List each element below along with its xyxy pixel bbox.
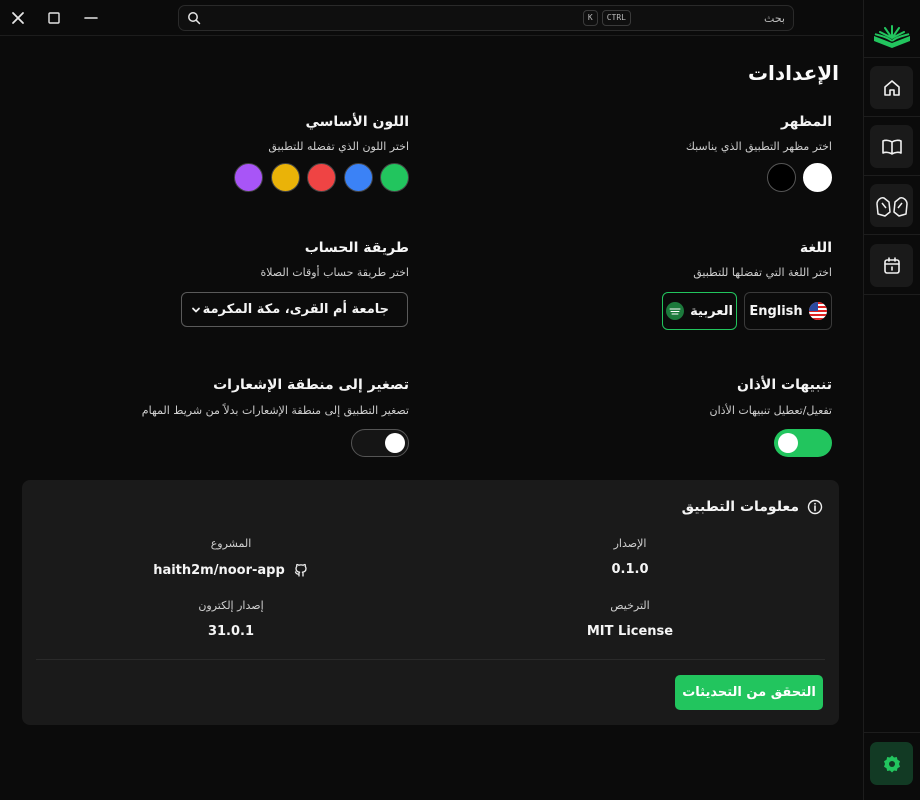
github-icon [294,563,307,577]
adhan-title: تنبيهات الأذان [737,377,832,393]
electron-value: 31.0.1 [207,624,255,639]
sidebar-divider [864,294,920,295]
app-info-title: معلومات التطبيق [681,499,799,515]
project-link[interactable]: haith2m/noor-app [131,562,331,578]
info-icon [807,499,823,515]
language-english-button[interactable]: English [744,292,832,330]
sidebar-divider [864,234,920,235]
english-label: English [749,303,803,319]
kbd-ctrl: CTRL [601,10,631,26]
search-bar[interactable]: CTRL K [178,5,794,31]
adhan-desc: تفعيل/تعطيل تنبيهات الأذان [709,404,832,417]
language-arabic-button[interactable]: العربية [662,292,737,330]
tray-toggle[interactable] [351,429,409,457]
tray-title: تصغير إلى منطقة الإشعارات [213,377,409,393]
sidebar-item-duas[interactable] [870,184,913,227]
project-value: haith2m/noor-app [153,562,285,578]
saudi-flag-icon [666,302,685,320]
page-title: الإعدادات [747,61,839,85]
tray-desc: تصغير التطبيق إلى منطقة الإشعارات بدلاً … [141,404,409,417]
search-icon [188,12,201,25]
color-blue-option[interactable] [344,163,373,192]
calendar-icon [883,256,900,274]
maximize-icon [48,12,60,24]
settings-page: الإعدادات المظهر اختر مظهر التطبيق الذي … [0,37,863,800]
calc-method-title: طريقة الحساب [304,240,409,256]
minimize-icon [84,17,98,19]
toggle-knob [778,433,798,453]
color-purple-option[interactable] [234,163,263,192]
arabic-label: العربية [690,303,733,319]
project-label: المشروع [210,537,252,550]
electron-label: إصدار إلكترون [198,599,264,612]
license-value: MIT License [586,624,674,639]
open-book-logo-icon [874,25,910,48]
maximize-window-button[interactable] [42,6,66,30]
close-window-button[interactable] [6,6,30,30]
adhan-toggle[interactable] [774,429,832,457]
color-red-option[interactable] [307,163,336,192]
calc-method-desc: اختر طريقة حساب أوقات الصلاة [260,266,409,279]
card-divider [36,659,825,660]
sidebar-divider [864,116,920,117]
sidebar-divider [864,732,920,733]
sidebar [863,0,920,800]
sidebar-item-prayer-times[interactable] [870,244,913,287]
home-icon [883,79,900,96]
license-label: الترخيص [610,599,650,612]
title-bar: CTRL K [0,0,863,36]
chevron-down-icon [192,307,200,312]
version-value: 0.1.0 [611,562,649,577]
toggle-knob [385,433,405,453]
sidebar-item-settings[interactable] [870,742,913,785]
color-yellow-option[interactable] [271,163,300,192]
appearance-desc: اختر مظهر التطبيق الذي يناسبك [685,140,832,153]
search-input[interactable] [635,11,785,25]
us-flag-icon [808,302,827,320]
check-updates-button[interactable]: التحقق من التحديثات [675,675,823,710]
minimize-window-button[interactable] [79,6,103,30]
version-label: الإصدار [613,537,647,550]
sidebar-divider [864,175,920,176]
app-info-card: معلومات التطبيق الإصدار 0.1.0 الترخيص MI… [22,480,839,725]
praying-hands-icon [875,196,908,217]
theme-dark-option[interactable] [767,163,796,192]
sidebar-item-quran[interactable] [870,125,913,168]
calc-method-value: جامعة أم القرى، مكة المكرمة [202,302,389,317]
color-green-option[interactable] [380,163,409,192]
appearance-title: المظهر [780,114,832,130]
language-desc: اختر اللغة التي تفضلها للتطبيق [693,266,832,279]
primary-color-title: اللون الأساسي [305,114,409,130]
calc-method-select[interactable]: جامعة أم القرى، مكة المكرمة [181,292,408,327]
language-title: اللغة [799,240,832,256]
app-logo [870,22,914,54]
kbd-k: K [582,10,598,26]
sidebar-item-home[interactable] [870,66,913,109]
book-icon [881,139,902,155]
sidebar-divider [864,57,920,58]
close-icon [12,12,24,24]
theme-light-option[interactable] [803,163,832,192]
primary-color-desc: اختر اللون الذي تفضله للتطبيق [268,140,409,153]
gear-icon [883,755,900,772]
